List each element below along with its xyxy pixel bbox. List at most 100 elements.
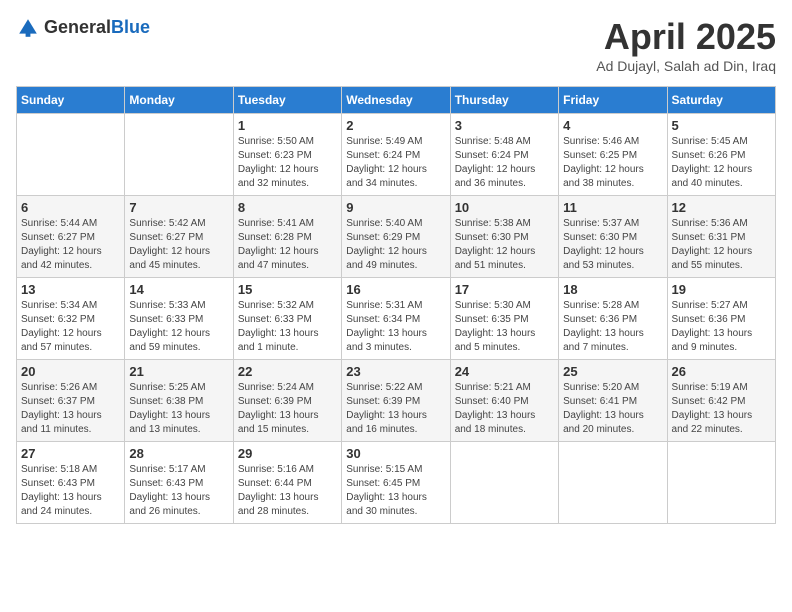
calendar-cell: 25Sunrise: 5:20 AM Sunset: 6:41 PM Dayli… xyxy=(559,360,667,442)
day-info: Sunrise: 5:21 AM Sunset: 6:40 PM Dayligh… xyxy=(455,381,554,437)
day-info: Sunrise: 5:19 AM Sunset: 6:42 PM Dayligh… xyxy=(672,381,771,437)
calendar-cell: 22 Sunrise: 5:24 AM Sunset: 6:39 PM Dayli… xyxy=(233,360,341,442)
calendar-cell xyxy=(559,442,667,524)
logo-icon xyxy=(16,16,40,40)
calendar-cell: 24 Sunrise: 5:21 AM Sunset: 6:40 PM Dayli… xyxy=(450,360,558,442)
calendar-cell xyxy=(450,442,558,524)
calendar-body: 1 Sunrise: 5:50 AM Sunset: 6:23 PM Daylig… xyxy=(17,114,776,524)
day-number: 1 xyxy=(238,118,337,133)
day-info: Sunrise: 5:15 AM Sunset: 6:45 PM Dayligh… xyxy=(346,463,445,519)
day-number: 23 xyxy=(346,364,445,379)
month-year: April 2025 xyxy=(596,16,776,58)
calendar-cell xyxy=(125,114,233,196)
calendar-week-row: 1 Sunrise: 5:50 AM Sunset: 6:23 PM Daylig… xyxy=(17,114,776,196)
calendar-cell xyxy=(17,114,125,196)
calendar-cell: 18 Sunrise: 5:28 AM Sunset: 6:36 PM Dayli… xyxy=(559,278,667,360)
day-number: 6 xyxy=(21,200,120,215)
calendar-cell: 9 Sunrise: 5:40 AM Sunset: 6:29 PM Daylig… xyxy=(342,196,450,278)
calendar-cell: 16 Sunrise: 5:31 AM Sunset: 6:34 PM Dayli… xyxy=(342,278,450,360)
day-info: Sunrise: 5:50 AM Sunset: 6:23 PM Dayligh… xyxy=(238,135,337,191)
day-info: Sunrise: 5:40 AM Sunset: 6:29 PM Dayligh… xyxy=(346,217,445,273)
calendar-cell: 23Sunrise: 5:22 AM Sunset: 6:39 PM Dayli… xyxy=(342,360,450,442)
calendar-cell: 29 Sunrise: 5:16 AM Sunset: 6:44 PM Dayli… xyxy=(233,442,341,524)
day-number: 8 xyxy=(238,200,337,215)
day-number: 28 xyxy=(129,446,228,461)
day-number: 26 xyxy=(672,364,771,379)
calendar-cell: 15 Sunrise: 5:32 AM Sunset: 6:33 PM Dayli… xyxy=(233,278,341,360)
calendar-cell: 19 Sunrise: 5:27 AM Sunset: 6:36 PM Dayli… xyxy=(667,278,775,360)
calendar-cell: 4 Sunrise: 5:46 AM Sunset: 6:25 PM Daylig… xyxy=(559,114,667,196)
logo-text-blue: Blue xyxy=(111,17,150,37)
day-info: Sunrise: 5:36 AM Sunset: 6:31 PM Dayligh… xyxy=(672,217,771,273)
calendar-week-row: 6 Sunrise: 5:44 AM Sunset: 6:27 PM Daylig… xyxy=(17,196,776,278)
calendar-cell xyxy=(667,442,775,524)
calendar-cell: 11Sunrise: 5:37 AM Sunset: 6:30 PM Dayli… xyxy=(559,196,667,278)
day-info: Sunrise: 5:31 AM Sunset: 6:34 PM Dayligh… xyxy=(346,299,445,355)
day-number: 30 xyxy=(346,446,445,461)
day-info: Sunrise: 5:27 AM Sunset: 6:36 PM Dayligh… xyxy=(672,299,771,355)
title-area: April 2025 Ad Dujayl, Salah ad Din, Iraq xyxy=(596,16,776,74)
day-number: 18 xyxy=(563,282,662,297)
day-number: 9 xyxy=(346,200,445,215)
day-info: Sunrise: 5:24 AM Sunset: 6:39 PM Dayligh… xyxy=(238,381,337,437)
day-number: 20 xyxy=(21,364,120,379)
weekday-header-cell: Tuesday xyxy=(233,87,341,114)
calendar-cell: 8 Sunrise: 5:41 AM Sunset: 6:28 PM Daylig… xyxy=(233,196,341,278)
logo: GeneralBlue xyxy=(16,16,150,40)
calendar-cell: 21 Sunrise: 5:25 AM Sunset: 6:38 PM Dayli… xyxy=(125,360,233,442)
location: Ad Dujayl, Salah ad Din, Iraq xyxy=(596,58,776,74)
day-number: 5 xyxy=(672,118,771,133)
day-number: 29 xyxy=(238,446,337,461)
calendar-cell: 10 Sunrise: 5:38 AM Sunset: 6:30 PM Dayli… xyxy=(450,196,558,278)
day-info: Sunrise: 5:32 AM Sunset: 6:33 PM Dayligh… xyxy=(238,299,337,355)
day-number: 22 xyxy=(238,364,337,379)
day-info: Sunrise: 5:49 AM Sunset: 6:24 PM Dayligh… xyxy=(346,135,445,191)
calendar-cell: 5 Sunrise: 5:45 AM Sunset: 6:26 PM Daylig… xyxy=(667,114,775,196)
day-info: Sunrise: 5:16 AM Sunset: 6:44 PM Dayligh… xyxy=(238,463,337,519)
day-info: Sunrise: 5:34 AM Sunset: 6:32 PM Dayligh… xyxy=(21,299,120,355)
weekday-header-cell: Friday xyxy=(559,87,667,114)
calendar-week-row: 27Sunrise: 5:18 AM Sunset: 6:43 PM Dayli… xyxy=(17,442,776,524)
day-info: Sunrise: 5:20 AM Sunset: 6:41 PM Dayligh… xyxy=(563,381,662,437)
day-number: 13 xyxy=(21,282,120,297)
day-info: Sunrise: 5:17 AM Sunset: 6:43 PM Dayligh… xyxy=(129,463,228,519)
day-number: 15 xyxy=(238,282,337,297)
calendar-cell: 30 Sunrise: 5:15 AM Sunset: 6:45 PM Dayli… xyxy=(342,442,450,524)
day-info: Sunrise: 5:33 AM Sunset: 6:33 PM Dayligh… xyxy=(129,299,228,355)
day-info: Sunrise: 5:42 AM Sunset: 6:27 PM Dayligh… xyxy=(129,217,228,273)
day-number: 21 xyxy=(129,364,228,379)
calendar-cell: 27Sunrise: 5:18 AM Sunset: 6:43 PM Dayli… xyxy=(17,442,125,524)
day-number: 17 xyxy=(455,282,554,297)
calendar-week-row: 13 Sunrise: 5:34 AM Sunset: 6:32 PM Dayli… xyxy=(17,278,776,360)
day-number: 2 xyxy=(346,118,445,133)
day-number: 12 xyxy=(672,200,771,215)
day-number: 16 xyxy=(346,282,445,297)
calendar-cell: 1 Sunrise: 5:50 AM Sunset: 6:23 PM Daylig… xyxy=(233,114,341,196)
day-number: 19 xyxy=(672,282,771,297)
day-info: Sunrise: 5:45 AM Sunset: 6:26 PM Dayligh… xyxy=(672,135,771,191)
day-info: Sunrise: 5:41 AM Sunset: 6:28 PM Dayligh… xyxy=(238,217,337,273)
calendar-cell: 14Sunrise: 5:33 AM Sunset: 6:33 PM Dayli… xyxy=(125,278,233,360)
weekday-header-cell: Monday xyxy=(125,87,233,114)
day-info: Sunrise: 5:44 AM Sunset: 6:27 PM Dayligh… xyxy=(21,217,120,273)
calendar-header-row: SundayMondayTuesdayWednesdayThursdayFrid… xyxy=(17,87,776,114)
day-number: 24 xyxy=(455,364,554,379)
calendar-cell: 6 Sunrise: 5:44 AM Sunset: 6:27 PM Daylig… xyxy=(17,196,125,278)
day-info: Sunrise: 5:26 AM Sunset: 6:37 PM Dayligh… xyxy=(21,381,120,437)
page-header: GeneralBlue April 2025 Ad Dujayl, Salah … xyxy=(16,16,776,74)
day-number: 3 xyxy=(455,118,554,133)
day-info: Sunrise: 5:38 AM Sunset: 6:30 PM Dayligh… xyxy=(455,217,554,273)
calendar-week-row: 20 Sunrise: 5:26 AM Sunset: 6:37 PM Dayli… xyxy=(17,360,776,442)
day-number: 4 xyxy=(563,118,662,133)
calendar-cell: 17Sunrise: 5:30 AM Sunset: 6:35 PM Dayli… xyxy=(450,278,558,360)
day-info: Sunrise: 5:25 AM Sunset: 6:38 PM Dayligh… xyxy=(129,381,228,437)
calendar-cell: 20 Sunrise: 5:26 AM Sunset: 6:37 PM Dayli… xyxy=(17,360,125,442)
day-info: Sunrise: 5:46 AM Sunset: 6:25 PM Dayligh… xyxy=(563,135,662,191)
day-info: Sunrise: 5:28 AM Sunset: 6:36 PM Dayligh… xyxy=(563,299,662,355)
day-number: 10 xyxy=(455,200,554,215)
weekday-header-cell: Saturday xyxy=(667,87,775,114)
calendar-cell: 28 Sunrise: 5:17 AM Sunset: 6:43 PM Dayli… xyxy=(125,442,233,524)
calendar-cell: 3Sunrise: 5:48 AM Sunset: 6:24 PM Daylig… xyxy=(450,114,558,196)
day-info: Sunrise: 5:37 AM Sunset: 6:30 PM Dayligh… xyxy=(563,217,662,273)
calendar-table: SundayMondayTuesdayWednesdayThursdayFrid… xyxy=(16,86,776,524)
